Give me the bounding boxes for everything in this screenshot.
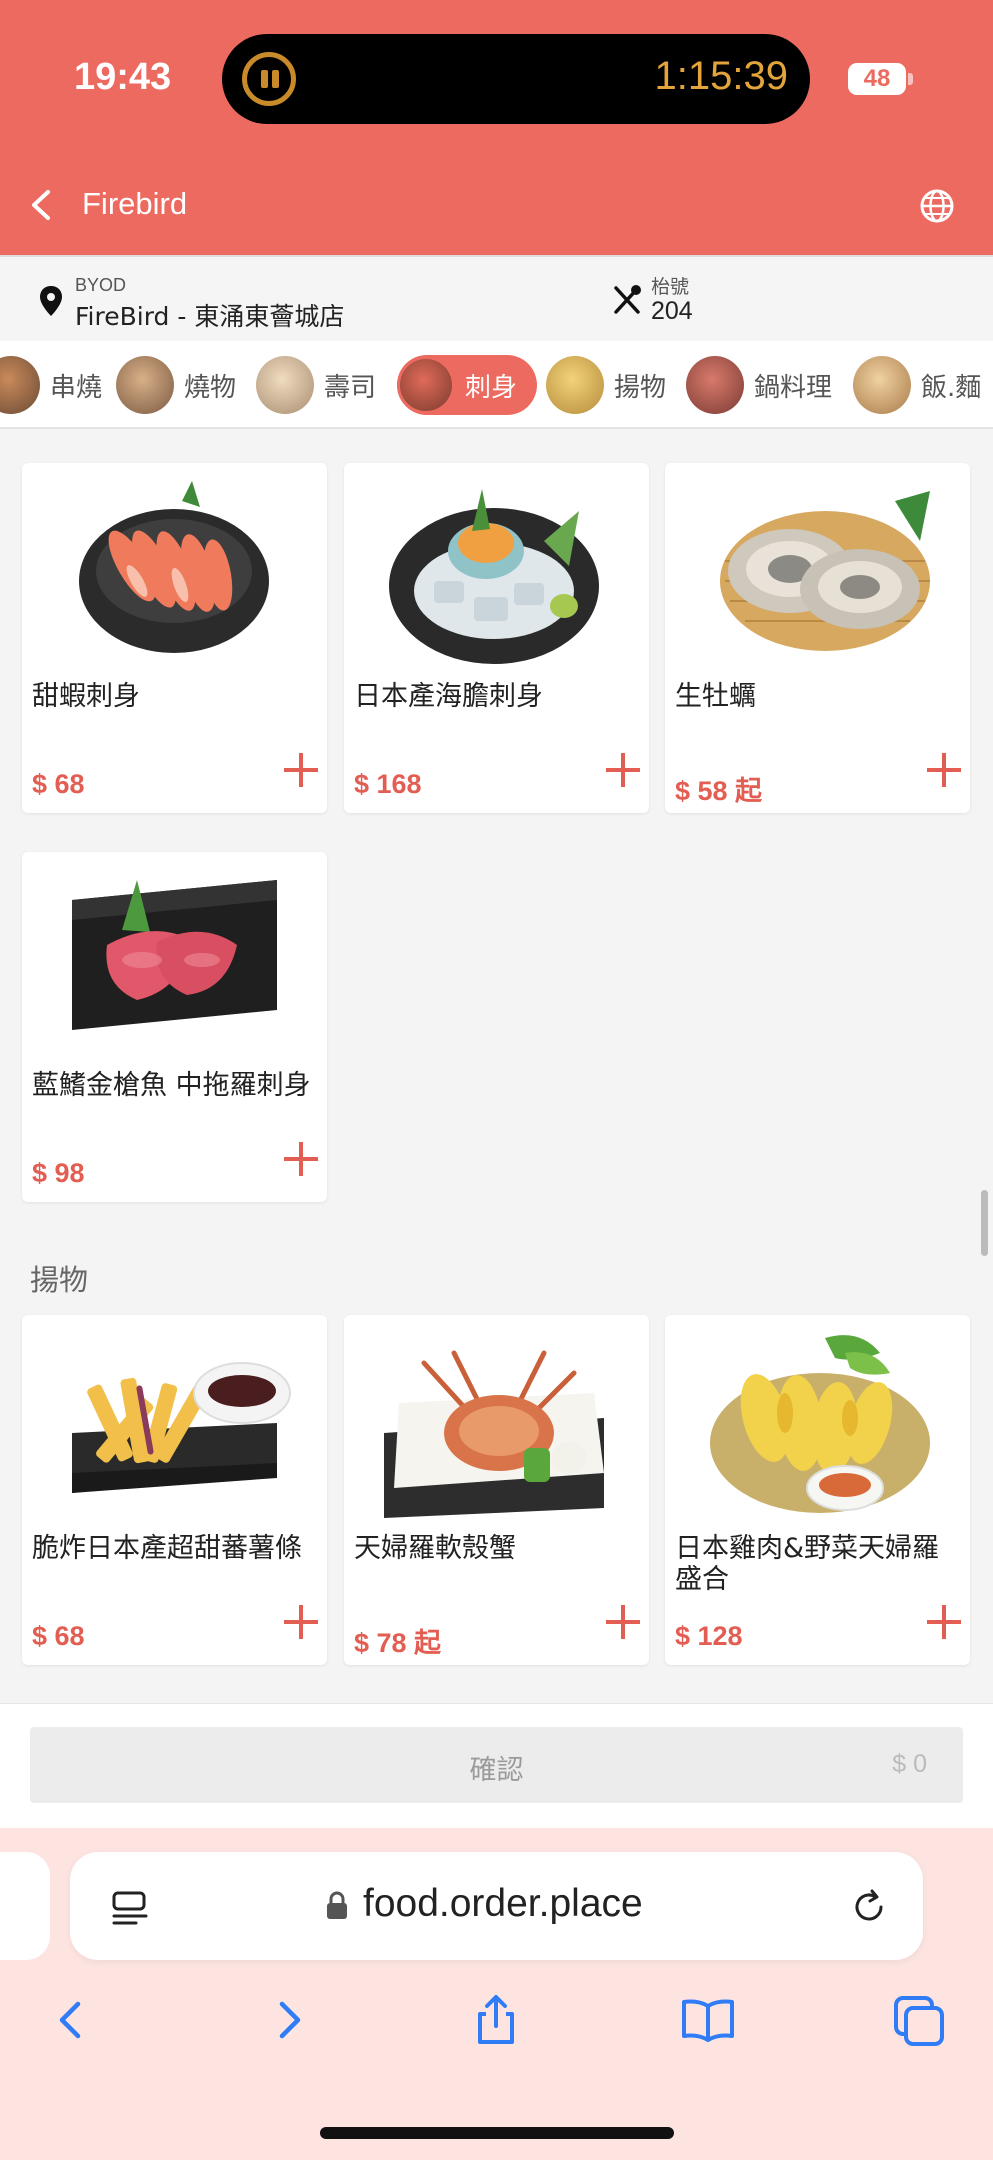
table-number: 204 <box>651 297 693 325</box>
category-thumbnail <box>256 356 314 414</box>
category-tabs: 串燒 燒物 壽司 刺身 揚物 鍋料理 飯.麵 <box>0 341 993 429</box>
item-name: 生牡蠣 <box>675 681 756 712</box>
page-title: Firebird <box>82 186 188 221</box>
category-thumbnail <box>853 356 911 414</box>
category-label: 刺身 <box>465 372 518 403</box>
add-item-button[interactable] <box>927 1605 961 1639</box>
sweet-potato-fries-image <box>72 1362 291 1493</box>
back-icon[interactable] <box>22 182 62 228</box>
category-thumbnail <box>397 356 455 414</box>
utensils-icon <box>614 285 641 314</box>
category-thumbnail <box>686 356 744 414</box>
app-header: 19:43 1:15:39 48 Firebird <box>0 0 993 255</box>
soft-shell-crab-image <box>384 1350 604 1518</box>
share-icon[interactable] <box>466 1990 526 2050</box>
category-thumbnail <box>546 356 604 414</box>
store-mode: BYOD <box>75 275 127 295</box>
tempura-platter-image <box>710 1335 930 1513</box>
item-name: 日本雞肉&野菜天婦羅盛合 <box>675 1533 940 1595</box>
url-text: food.order.place <box>363 1882 643 1925</box>
confirm-label: 確認 <box>469 1755 524 1786</box>
forward-arrow-icon[interactable] <box>258 1990 318 2050</box>
globe-icon[interactable] <box>917 186 957 226</box>
home-indicator[interactable] <box>320 2127 674 2139</box>
back-arrow-icon[interactable] <box>42 1990 102 2050</box>
item-name: 藍鰭金槍魚 中拖羅刺身 <box>32 1070 311 1101</box>
add-item-button[interactable] <box>927 753 961 787</box>
item-price: $ 68 <box>32 769 85 799</box>
battery-icon: 48 <box>848 63 906 95</box>
previous-tab[interactable] <box>0 1852 50 1960</box>
confirm-button[interactable]: 確認 $ 0 <box>30 1727 963 1803</box>
battery-tip <box>908 73 913 85</box>
add-item-button[interactable] <box>606 1605 640 1639</box>
tab-kushiyaki[interactable]: 串燒 <box>0 355 102 415</box>
menu-item-card[interactable]: 日本雞肉&野菜天婦羅盛合 $ 128 <box>665 1315 970 1665</box>
item-name: 天婦羅軟殼蟹 <box>354 1533 516 1564</box>
timer-text: 1:15:39 <box>654 54 788 98</box>
menu-item-card[interactable]: 日本產海膽刺身 $ 168 <box>344 463 649 813</box>
tabs-icon[interactable] <box>888 1990 948 2050</box>
category-label: 壽司 <box>324 372 377 403</box>
add-item-button[interactable] <box>284 1605 318 1639</box>
bookmarks-icon[interactable] <box>678 1990 738 2050</box>
add-item-button[interactable] <box>606 753 640 787</box>
menu-item-card[interactable]: 甜蝦刺身 $ 68 <box>22 463 327 813</box>
order-total: $ 0 <box>892 1750 927 1778</box>
menu-item-card[interactable]: 藍鰭金槍魚 中拖羅刺身 $ 98 <box>22 852 327 1202</box>
tab-sushi[interactable]: 壽司 <box>256 355 376 415</box>
category-label: 鍋料理 <box>754 372 833 403</box>
item-price: $ 68 <box>32 1621 85 1651</box>
tab-hotpot[interactable]: 鍋料理 <box>686 355 832 415</box>
confirm-bar: 確認 $ 0 <box>0 1703 993 1828</box>
browser-toolbar: food.order.place <box>0 1828 993 2160</box>
menu-item-card[interactable]: 生牡蠣 $ 58 起 <box>665 463 970 813</box>
address-bar[interactable]: food.order.place <box>70 1852 923 1960</box>
category-label: 燒物 <box>184 372 237 403</box>
item-name: 甜蝦刺身 <box>32 681 140 712</box>
add-item-button[interactable] <box>284 1142 318 1176</box>
tab-grilled[interactable]: 燒物 <box>116 355 236 415</box>
menu-item-card[interactable]: 脆炸日本產超甜蕃薯條 $ 68 <box>22 1315 327 1665</box>
tab-fried[interactable]: 揚物 <box>546 355 666 415</box>
add-item-button[interactable] <box>284 753 318 787</box>
dynamic-island[interactable]: 1:15:39 <box>222 34 810 124</box>
pause-icon[interactable] <box>242 52 296 106</box>
table-label: 枱號 <box>651 276 690 298</box>
page-menu-icon[interactable] <box>110 1888 150 1928</box>
category-thumbnail <box>116 356 174 414</box>
item-price: $ 78 起 <box>354 1628 442 1658</box>
item-price: $ 168 <box>354 769 422 799</box>
section-title: 揚物 <box>30 1263 89 1297</box>
menu-item-card[interactable]: 天婦羅軟殼蟹 $ 78 起 <box>344 1315 649 1665</box>
item-name: 脆炸日本產超甜蕃薯條 <box>32 1533 302 1564</box>
category-label: 揚物 <box>614 372 667 403</box>
item-name: 日本產海膽刺身 <box>354 681 543 712</box>
status-time: 19:43 <box>74 56 172 98</box>
category-thumbnail <box>0 356 40 414</box>
reload-icon[interactable] <box>848 1886 890 1928</box>
oysters-image <box>720 491 930 651</box>
category-label: 飯.麵 <box>921 372 982 403</box>
tab-sashimi[interactable]: 刺身 <box>397 355 538 415</box>
lock-icon <box>327 1891 347 1919</box>
item-price: $ 98 <box>32 1158 85 1188</box>
item-price: $ 128 <box>675 1621 743 1651</box>
location-pin-icon <box>40 286 62 316</box>
tab-rice-noodles[interactable]: 飯.麵 <box>853 355 981 415</box>
scrollbar[interactable] <box>981 1190 988 1256</box>
store-info-bar: BYOD FireBird - 東涌東薈城店 枱號 204 <box>0 255 993 341</box>
tuna-sashimi-image <box>72 880 277 1030</box>
category-label: 串燒 <box>50 372 103 403</box>
sweet-shrimp-image <box>79 481 269 653</box>
store-name: FireBird - 東涌東薈城店 <box>75 302 345 331</box>
sea-urchin-image <box>389 489 599 664</box>
item-price: $ 58 起 <box>675 776 763 806</box>
